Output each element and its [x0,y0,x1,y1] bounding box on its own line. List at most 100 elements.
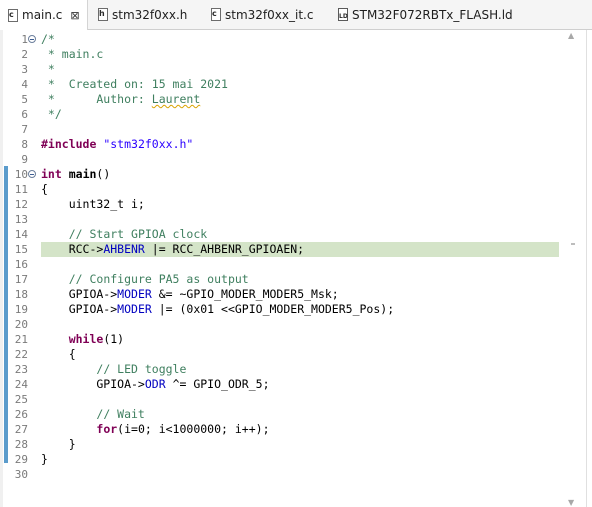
editor-tab-bar: c main.c ⊠ h stm32f0xx.h c stm32f0xx_it.c LD STM… [0,0,592,30]
code-line[interactable]: * [41,62,559,77]
code-line[interactable]: * Author: Laurent [41,92,559,107]
code-line[interactable]: // Configure PA5 as output [41,272,559,287]
code-line[interactable]: { [41,182,559,197]
tab-label: main.c [22,8,63,22]
code-token: // Wait [96,407,145,421]
code-line[interactable]: * Created on: 15 mai 2021 [41,77,559,92]
code-token: /* [41,32,55,46]
code-line[interactable]: int main() [41,167,559,182]
code-token: { [41,347,76,361]
code-token: (i=0; i<1000000; i++); [117,422,270,436]
code-line[interactable]: * main.c [41,47,559,62]
close-tab-icon[interactable]: ⊠ [70,9,79,22]
code-token: */ [41,107,62,121]
overview-marker-current-line[interactable] [571,243,575,245]
c-source-file-icon: c [211,8,221,21]
tab-stm32f0xx-h[interactable]: h stm32f0xx.h [90,0,200,29]
code-token: // Start GPIOA clock [68,227,208,241]
code-line[interactable]: // LED toggle [41,362,559,377]
code-line[interactable]: #include "stm32f0xx.h" [41,137,559,152]
editor-right-border [586,30,587,507]
line-number: 6 [21,108,28,121]
code-line[interactable] [41,122,559,137]
code-line[interactable]: { [41,347,559,362]
code-token: * Author: [41,92,152,106]
code-token: (1) [103,332,125,346]
line-number: 5 [21,93,28,106]
code-token: for [96,422,118,436]
code-token: uint32_t i; [41,197,145,211]
code-line[interactable] [41,212,559,227]
line-number-gutter[interactable]: 1 2 3 4 5 6 7 8 9 10 11 12 13 14 15 16 17 18 19 20 21 22 23 24 2… [8,30,40,507]
code-token: int [41,167,62,181]
line-number: 11 [14,183,28,196]
ld-linker-file-icon: LD [338,8,348,21]
code-token: &= ~GPIO_MODER_MODER5_Msk; [151,287,339,301]
code-token: } [41,437,76,451]
code-line[interactable] [41,152,559,167]
fold-collapse-icon[interactable] [28,170,36,178]
line-number: 26 [14,408,28,421]
code-line-current[interactable]: RCC->AHBENR |= RCC_AHBENR_GPIOAEN; [41,242,559,257]
vertical-scrollbar[interactable]: ▲ ▼ [565,30,582,507]
code-line[interactable]: uint32_t i; [41,197,559,212]
code-text-area[interactable]: /* * main.c * * Created on: 15 mai 2021 … [41,30,559,507]
line-number: 25 [14,393,28,406]
file-icon-glyph: c [9,9,14,19]
h-header-file-icon: h [98,8,108,21]
code-line[interactable] [41,392,559,407]
line-number: 13 [14,213,28,226]
code-token: ODR [144,377,166,391]
code-line[interactable] [41,317,559,332]
code-line[interactable] [41,467,559,482]
code-token: RCC-> [41,242,104,256]
scroll-down-arrow-icon[interactable]: ▼ [568,499,577,507]
code-token: |= (0x01 <<GPIO_MODER_MODER5_Pos); [151,302,395,316]
code-token: * main.c [41,47,104,61]
tab-stm32f0xx-it-c[interactable]: c stm32f0xx_it.c [203,0,327,29]
c-source-file-icon: c [8,8,18,22]
code-line[interactable]: while(1) [41,332,559,347]
tab-stm32f072rbtx-flash-ld[interactable]: LD STM32F072RBTx_FLASH.ld [330,0,530,29]
code-line[interactable]: // Start GPIOA clock [41,227,559,242]
tab-main-c[interactable]: c main.c ⊠ [0,0,88,30]
code-token: * Created on: 15 mai 2021 [41,77,228,91]
code-token: AHBENR [103,242,145,256]
code-line[interactable]: /* [41,32,559,47]
code-token: { [41,182,48,196]
code-line[interactable]: GPIOA->MODER |= (0x01 <<GPIO_MODER_MODER… [41,302,559,317]
code-token: Laurent [151,92,201,106]
code-line[interactable]: GPIOA->MODER &= ~GPIO_MODER_MODER5_Msk; [41,287,559,302]
code-token: while [68,332,104,346]
line-number: 10 [14,168,28,181]
tab-label: stm32f0xx_it.c [225,7,314,22]
line-number: 14 [14,228,28,241]
tab-label: STM32F072RBTx_FLASH.ld [352,7,513,22]
line-number: 15 [14,243,28,256]
code-token: |= RCC_AHBENR_GPIOAEN; [144,242,305,256]
line-number: 2 [21,48,28,61]
line-number: 1 [21,33,28,46]
fold-collapse-icon[interactable] [28,35,36,43]
code-line[interactable] [41,257,559,272]
code-token: MODER [117,287,152,301]
code-line[interactable]: } [41,452,559,467]
code-line[interactable]: GPIOA->ODR ^= GPIO_ODR_5; [41,377,559,392]
code-editor[interactable]: 1 2 3 4 5 6 7 8 9 10 11 12 13 14 15 16 17 18 19 20 21 22 23 24 2… [0,30,592,507]
code-line[interactable]: */ [41,107,559,122]
scroll-up-arrow-icon[interactable]: ▲ [568,32,577,40]
code-line[interactable]: } [41,437,559,452]
code-token: // LED toggle [96,362,187,376]
line-number: 21 [14,333,28,346]
line-number: 20 [14,318,28,331]
file-icon-glyph: h [99,9,105,18]
code-line[interactable]: for(i=0; i<1000000; i++); [41,422,559,437]
code-line[interactable]: // Wait [41,407,559,422]
line-number: 27 [14,423,28,436]
